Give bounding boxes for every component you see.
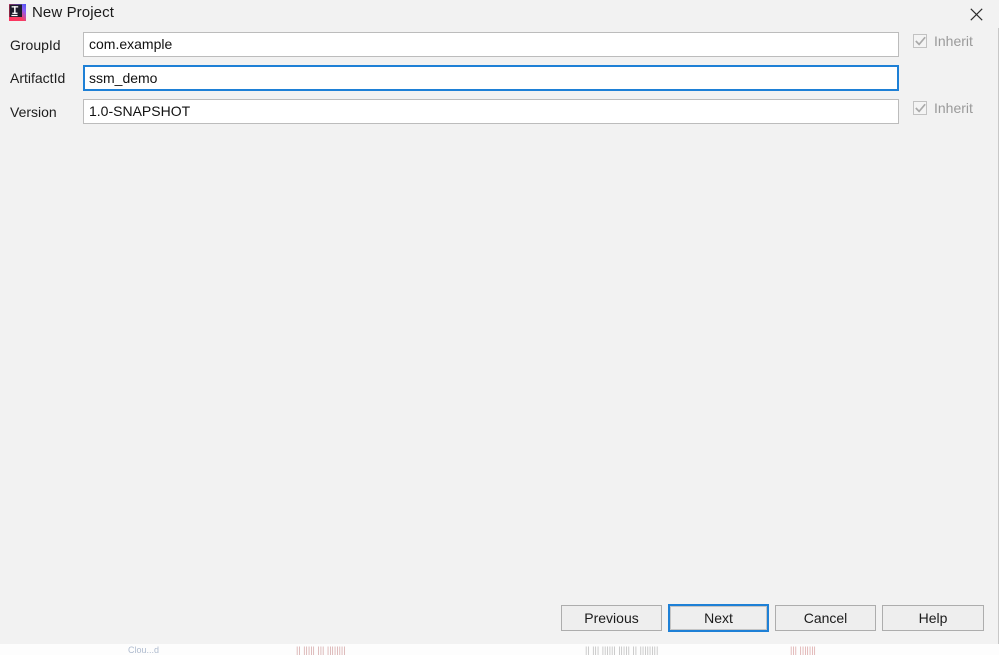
backdrop-text-fragment: ||| ||||||| bbox=[790, 645, 816, 655]
inherit-label: Inherit bbox=[934, 100, 973, 116]
dialog-button-bar: Previous Next Cancel Help bbox=[0, 600, 999, 644]
checkbox-box bbox=[913, 101, 927, 115]
dialog-title-bar: New Project bbox=[0, 0, 999, 28]
close-button[interactable] bbox=[953, 0, 999, 28]
help-button[interactable]: Help bbox=[882, 605, 984, 631]
inherit-label: Inherit bbox=[934, 33, 973, 49]
version-input[interactable] bbox=[83, 99, 899, 124]
form-row-artifactid: ArtifactId bbox=[0, 65, 999, 98]
intellij-idea-icon bbox=[9, 4, 26, 21]
form-row-groupid: GroupId Inherit bbox=[0, 32, 999, 65]
version-inherit-checkbox[interactable]: Inherit bbox=[913, 100, 973, 116]
backdrop-text-fragment: || ||| |||||| ||||| || |||||||| bbox=[585, 645, 659, 655]
background-window-sliver: Clou...d || ||||| ||| |||||||| || ||| ||… bbox=[0, 643, 999, 655]
groupid-inherit-checkbox[interactable]: Inherit bbox=[913, 33, 973, 49]
groupid-label: GroupId bbox=[10, 37, 61, 53]
next-button[interactable]: Next bbox=[668, 604, 769, 632]
previous-button[interactable]: Previous bbox=[561, 605, 662, 631]
close-icon bbox=[969, 7, 983, 21]
form-row-version: Version Inherit bbox=[0, 99, 999, 132]
backdrop-text-fragment: || ||||| ||| |||||||| bbox=[296, 645, 346, 655]
new-project-dialog: New Project GroupId Inherit bbox=[0, 0, 999, 644]
artifactid-input[interactable] bbox=[83, 65, 899, 91]
backdrop-text-fragment: Clou...d bbox=[128, 645, 160, 655]
version-label: Version bbox=[10, 104, 57, 120]
groupid-input[interactable] bbox=[83, 32, 899, 57]
artifactid-label: ArtifactId bbox=[10, 70, 66, 86]
dialog-title: New Project bbox=[32, 4, 114, 21]
checkbox-box bbox=[913, 34, 927, 48]
cancel-button[interactable]: Cancel bbox=[775, 605, 876, 631]
